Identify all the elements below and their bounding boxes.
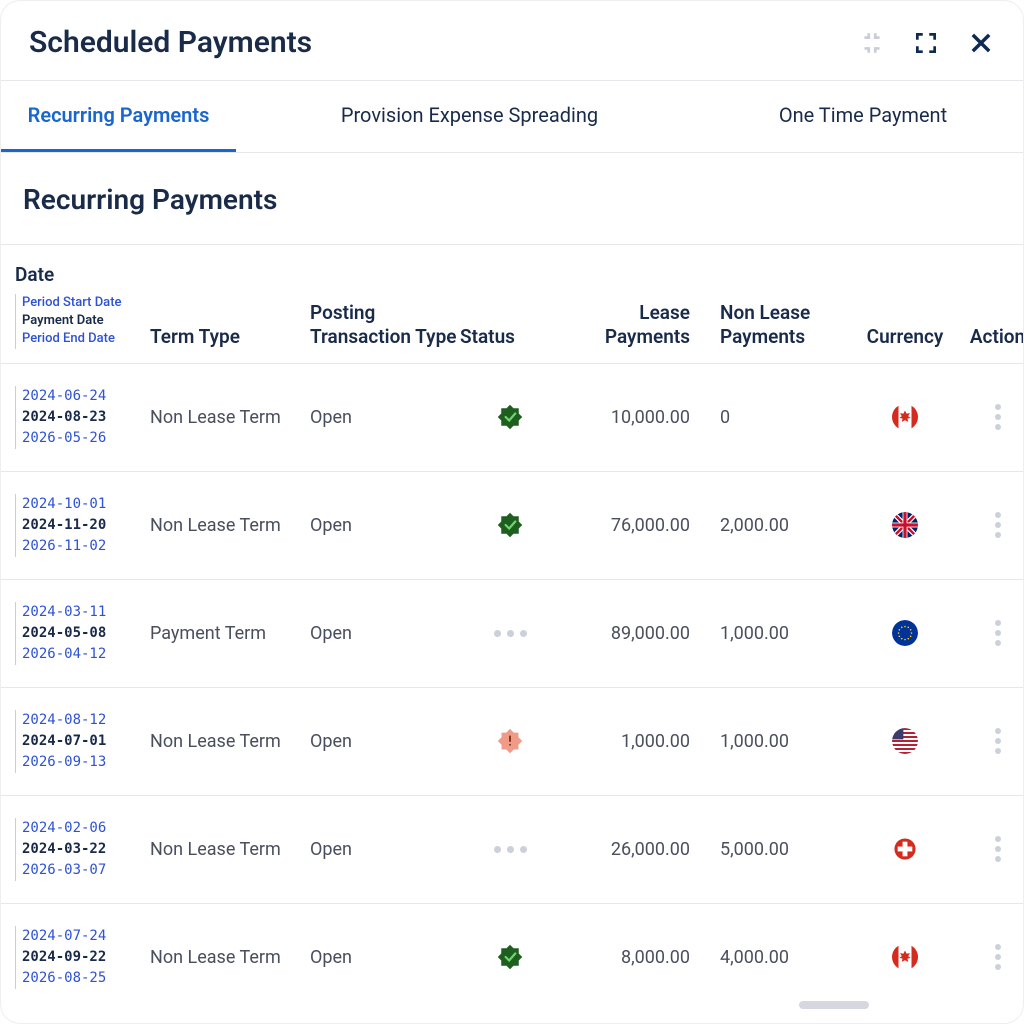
non-lease-payment: 0 [720,407,850,428]
col-term-type: Term Type [150,325,310,349]
status-icon [460,846,560,853]
currency-flag-icon [850,944,960,970]
date-block: 2024-10-01 2024-11-20 2026-11-02 [15,494,150,557]
currency-flag-icon [850,620,960,646]
table-row: 2024-10-01 2024-11-20 2026-11-02 Non Lea… [1,472,1023,580]
period-start-date: 2024-02-06 [22,818,150,839]
col-posting: Posting Transaction Type [310,301,460,349]
tabs: Recurring Payments Provision Expense Spr… [1,81,1023,153]
posting-type: Open [310,839,460,860]
table-row: 2024-06-24 2024-08-23 2026-05-26 Non Lea… [1,364,1023,472]
non-lease-payment: 1,000.00 [720,731,850,752]
col-date-start: Period Start Date [22,294,150,312]
status-icon [460,403,560,431]
period-end-date: 2026-04-12 [22,644,150,665]
currency-flag-icon [850,836,960,862]
payment-date: 2024-03-22 [22,839,150,860]
term-type: Non Lease Term [150,515,310,536]
col-currency: Currency [850,325,960,349]
status-icon [460,511,560,539]
row-actions-button[interactable] [995,620,1001,646]
row-actions-button[interactable] [995,512,1001,538]
lease-payment: 26,000.00 [560,839,720,860]
period-end-date: 2026-05-26 [22,428,150,449]
payment-date: 2024-11-20 [22,515,150,536]
page-title: Scheduled Payments [29,25,312,60]
col-non-lease-payments: Non Lease Payments [720,301,850,349]
term-type: Non Lease Term [150,731,310,752]
pagination: Records per page: 16 1-16 of 152 [1,1019,1023,1024]
payment-date: 2024-07-01 [22,731,150,752]
period-start-date: 2024-07-24 [22,926,150,947]
currency-flag-icon [850,512,960,538]
status-icon [460,726,560,756]
period-start-date: 2024-08-12 [22,710,150,731]
col-lease-payments: Lease Payments [560,301,720,349]
term-type: Non Lease Term [150,407,310,428]
posting-type: Open [310,623,460,644]
lease-payment: 76,000.00 [560,515,720,536]
exit-fullscreen-icon[interactable] [859,30,885,56]
posting-type: Open [310,731,460,752]
date-block: 2024-03-11 2024-05-08 2026-04-12 [15,602,150,665]
col-status: Status [460,325,560,349]
posting-type: Open [310,515,460,536]
term-type: Non Lease Term [150,839,310,860]
col-action: Action [960,325,1024,349]
term-type: Non Lease Term [150,947,310,968]
status-icon [460,943,560,971]
term-type: Payment Term [150,623,310,644]
date-block: 2024-02-06 2024-03-22 2026-03-07 [15,818,150,881]
period-start-date: 2024-03-11 [22,602,150,623]
payment-date: 2024-05-08 [22,623,150,644]
date-block: 2024-07-24 2024-09-22 2026-08-25 [15,926,150,989]
lease-payment: 89,000.00 [560,623,720,644]
period-end-date: 2026-03-07 [22,860,150,881]
period-start-date: 2024-06-24 [22,386,150,407]
col-date-payment: Payment Date [22,312,150,330]
period-end-date: 2026-08-25 [22,968,150,989]
period-end-date: 2026-11-02 [22,536,150,557]
row-actions-button[interactable] [995,404,1001,430]
row-actions-button[interactable] [995,944,1001,970]
non-lease-payment: 1,000.00 [720,623,850,644]
currency-flag-icon [850,404,960,430]
non-lease-payment: 2,000.00 [720,515,850,536]
close-icon[interactable] [967,29,995,57]
non-lease-payment: 5,000.00 [720,839,850,860]
lease-payment: 1,000.00 [560,731,720,752]
col-date-end: Period End Date [22,330,150,348]
table-row: 2024-08-12 2024-07-01 2026-09-13 Non Lea… [1,688,1023,796]
non-lease-payment: 4,000.00 [720,947,850,968]
col-date: Date [15,263,150,286]
date-block: 2024-08-12 2024-07-01 2026-09-13 [15,710,150,773]
lease-payment: 10,000.00 [560,407,720,428]
payment-date: 2024-09-22 [22,947,150,968]
payments-table: Date Period Start Date Payment Date Peri… [1,245,1023,1011]
posting-type: Open [310,947,460,968]
lease-payment: 8,000.00 [560,947,720,968]
table-row: 2024-02-06 2024-03-22 2026-03-07 Non Lea… [1,796,1023,904]
section-title: Recurring Payments [1,153,1023,245]
currency-flag-icon [850,728,960,754]
tab-one-time-payment[interactable]: One Time Payment [703,81,1023,152]
row-actions-button[interactable] [995,728,1001,754]
tab-recurring-payments[interactable]: Recurring Payments [1,81,236,152]
period-start-date: 2024-10-01 [22,494,150,515]
table-row: 2024-03-11 2024-05-08 2026-04-12 Payment… [1,580,1023,688]
tab-provision-expense-spreading[interactable]: Provision Expense Spreading [236,81,703,152]
date-block: 2024-06-24 2024-08-23 2026-05-26 [15,386,150,449]
fullscreen-icon[interactable] [913,30,939,56]
payment-date: 2024-08-23 [22,407,150,428]
horizontal-scrollbar[interactable] [15,1011,1009,1019]
posting-type: Open [310,407,460,428]
row-actions-button[interactable] [995,836,1001,862]
status-icon [460,630,560,637]
table-row: 2024-07-24 2024-09-22 2026-08-25 Non Lea… [1,904,1023,1011]
period-end-date: 2026-09-13 [22,752,150,773]
